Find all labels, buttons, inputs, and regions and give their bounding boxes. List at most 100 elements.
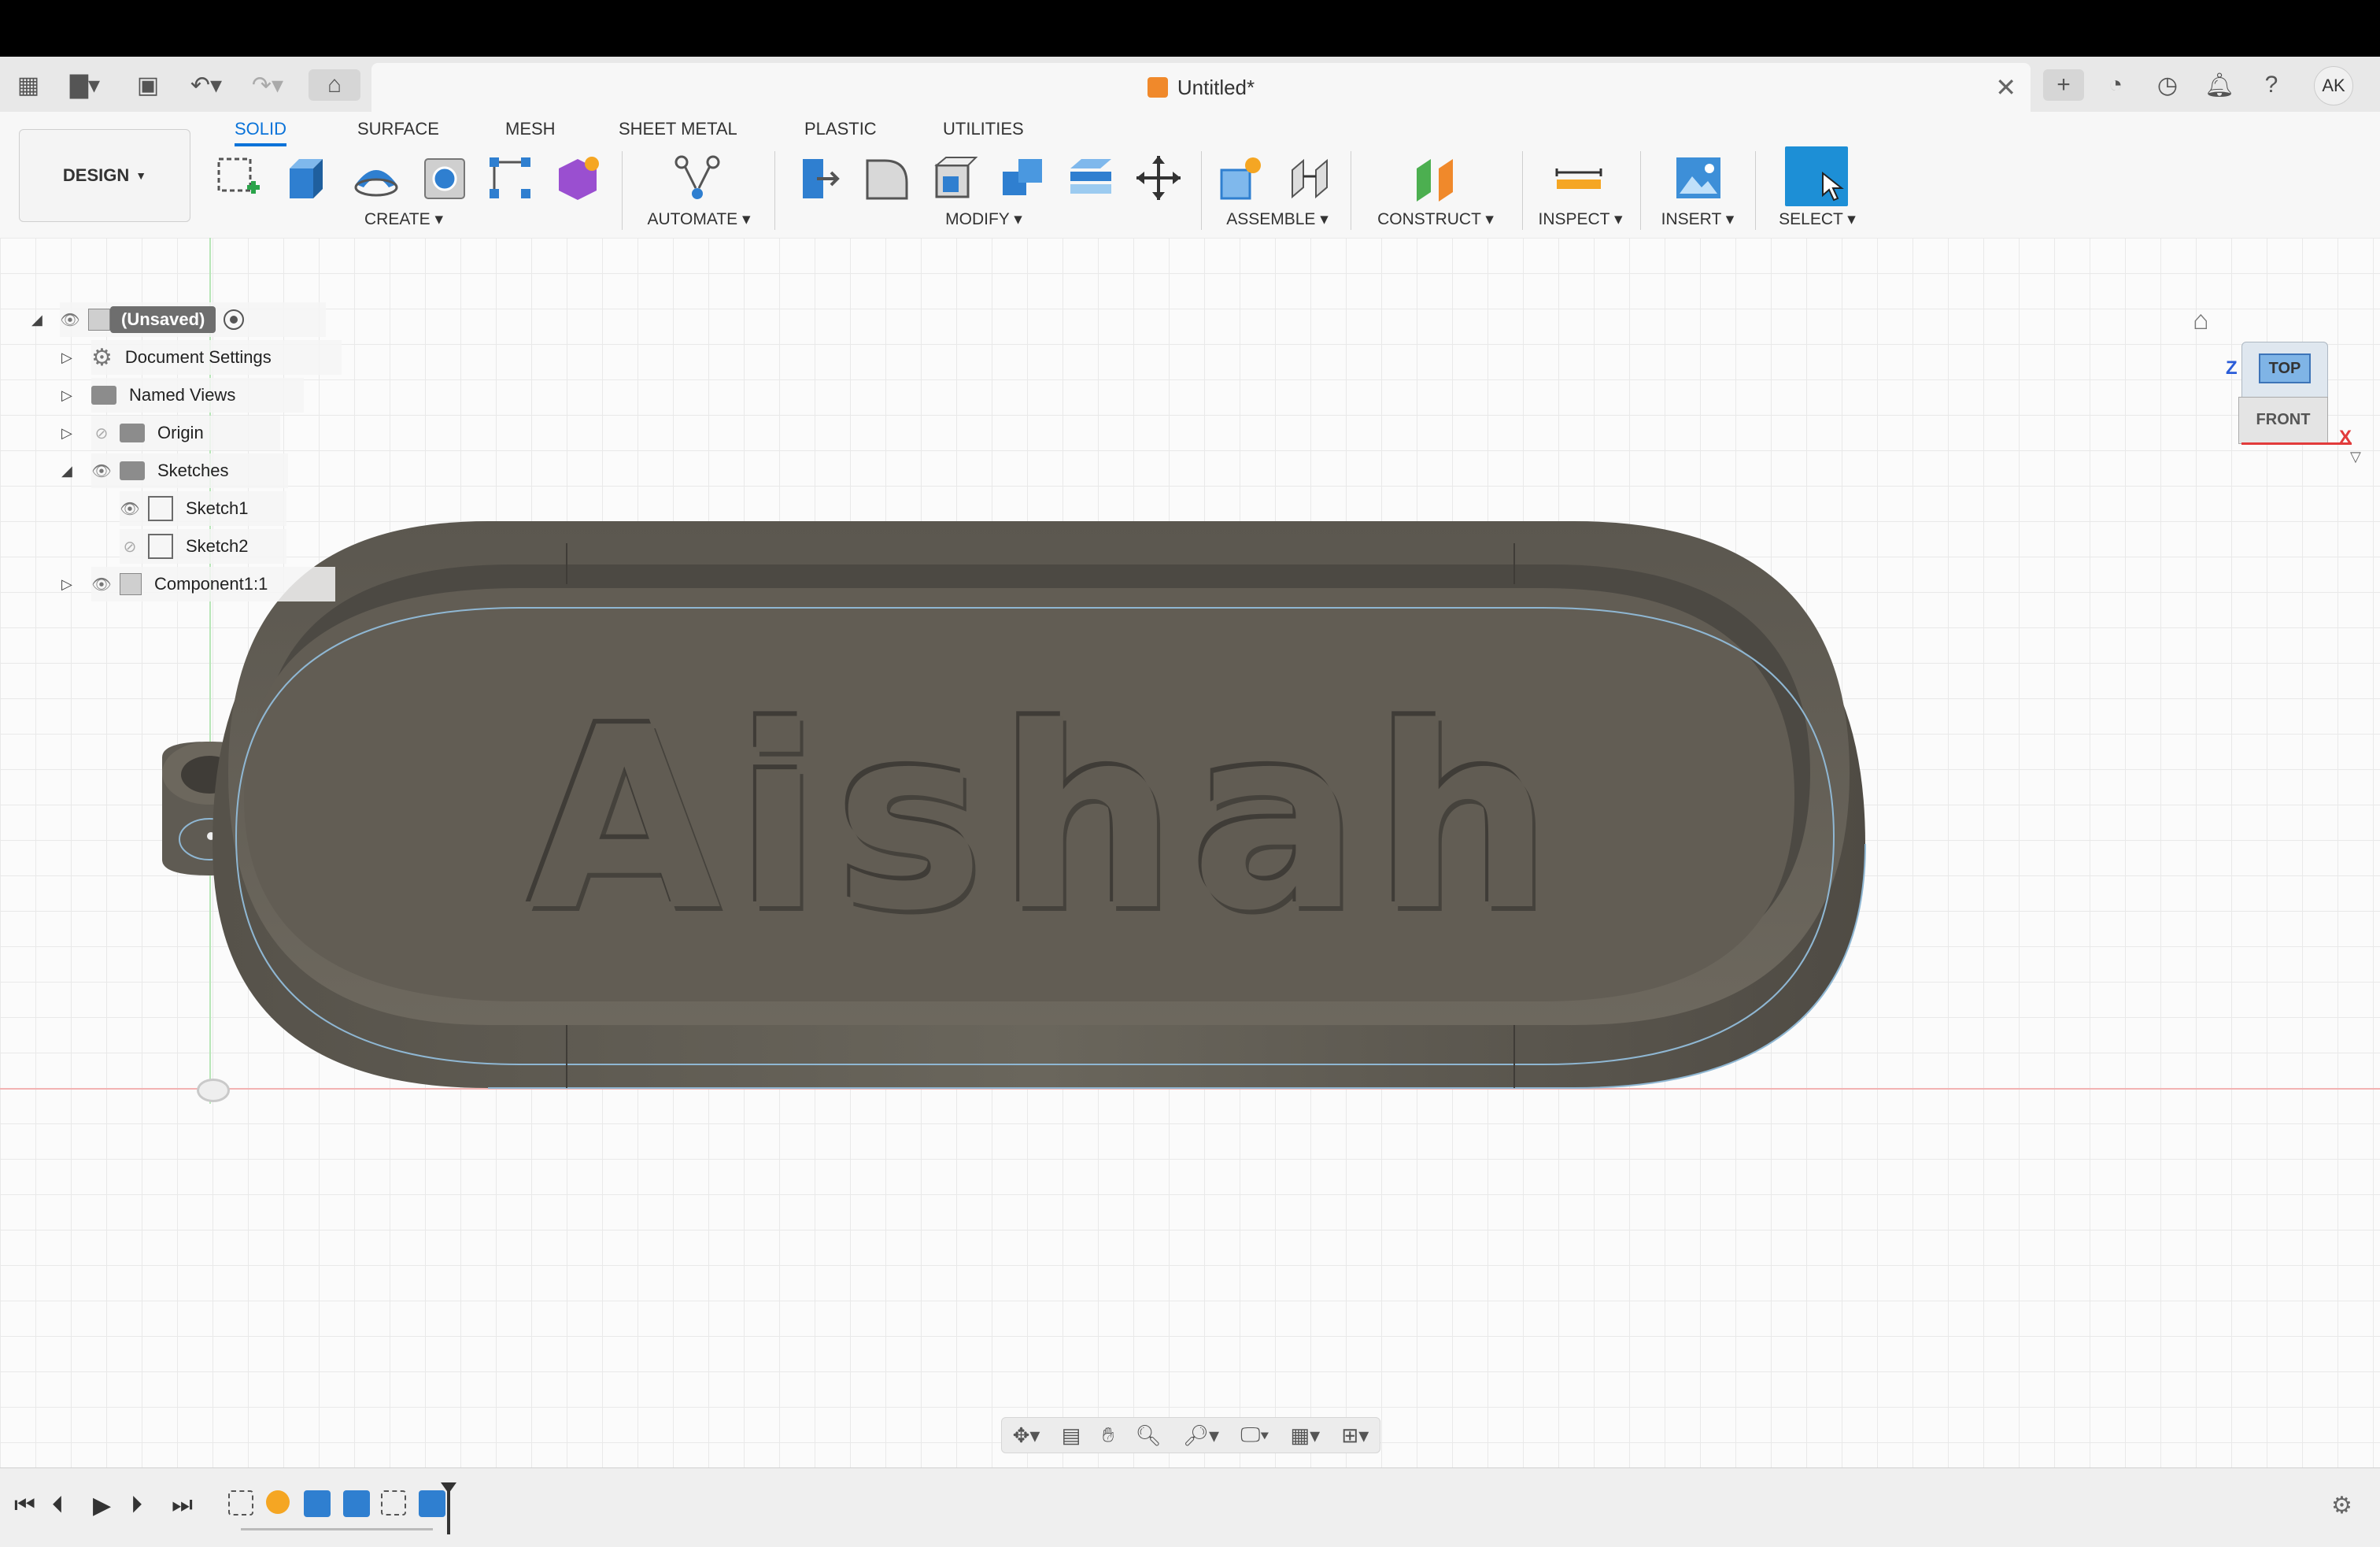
new-tab-plus-icon[interactable]: +	[2043, 69, 2084, 101]
create-menu[interactable]: CREATE ▾	[345, 209, 463, 229]
timeline-component-icon[interactable]	[266, 1490, 290, 1514]
timeline-marker-head-icon[interactable]	[441, 1482, 456, 1493]
look-at-icon[interactable]: ▤	[1062, 1423, 1081, 1448]
tab-plastic[interactable]: PLASTIC	[804, 115, 877, 143]
activate-radio-icon[interactable]	[224, 309, 245, 330]
expand-arrow-icon[interactable]: ▷	[61, 350, 72, 366]
offset-plane-icon[interactable]	[1409, 151, 1462, 205]
hidden-eye-icon[interactable]: ⊘	[120, 537, 140, 557]
grid-settings-icon[interactable]: ▦▾	[1291, 1423, 1321, 1448]
display-settings-icon[interactable]: 🖵▾	[1240, 1423, 1269, 1448]
pan-hand-icon[interactable]: ✋︎	[1103, 1423, 1114, 1448]
app-grid-icon[interactable]: ▦	[13, 69, 44, 101]
zoom-window-icon[interactable]: 🔎︎▾	[1183, 1423, 1219, 1448]
inspect-menu[interactable]: INSPECT ▾	[1533, 209, 1628, 229]
insert-menu[interactable]: INSERT ▾	[1654, 209, 1741, 229]
expand-arrow-icon[interactable]: ▷	[61, 576, 72, 593]
select-menu[interactable]: SELECT ▾	[1771, 209, 1864, 229]
chevron-down-icon: ▼	[135, 169, 147, 182]
extrude-icon[interactable]	[280, 151, 334, 205]
browser-item-sketch1[interactable]: 👁︎ Sketch1	[120, 491, 286, 526]
hole-icon[interactable]	[419, 151, 472, 205]
timeline-sketch-icon[interactable]	[381, 1490, 406, 1516]
timeline-sketch-icon[interactable]	[228, 1490, 253, 1516]
viewcube-top-face[interactable]: TOP	[2241, 342, 2328, 398]
go-to-end-icon[interactable]: ⏭	[172, 1492, 193, 1519]
view-cube[interactable]: ⌂ Z TOP FRONT X ▽	[2193, 285, 2377, 464]
collapse-root-icon[interactable]: ◢	[31, 312, 42, 328]
browser-item-document-settings[interactable]: ⚙ Document Settings	[91, 340, 342, 375]
construct-menu[interactable]: CONSTRUCT ▾	[1366, 209, 1505, 229]
visibility-eye-icon[interactable]: 👁︎	[60, 310, 80, 330]
tab-sheet-metal[interactable]: SHEET METAL	[619, 115, 737, 143]
go-to-start-icon[interactable]: ⏮	[14, 1492, 35, 1519]
file-menu-icon[interactable]: ▇▾	[61, 69, 109, 101]
expand-arrow-icon[interactable]: ▷	[61, 425, 72, 442]
modify-menu[interactable]: MODIFY ▾	[929, 209, 1039, 229]
fillet-icon[interactable]	[859, 151, 913, 205]
viewcube-menu-chevron-icon[interactable]: ▽	[2350, 449, 2361, 465]
play-icon[interactable]: ▶	[93, 1492, 111, 1519]
step-forward-icon[interactable]: ⏵︎	[131, 1492, 142, 1519]
home-tab-icon[interactable]: ⌂	[309, 69, 360, 101]
automate-menu[interactable]: AUTOMATE ▾	[636, 209, 762, 229]
orbit-icon[interactable]: ✥▾	[1013, 1423, 1040, 1448]
move-copy-icon[interactable]	[1132, 151, 1185, 205]
joint-icon[interactable]	[1283, 151, 1336, 205]
insert-image-icon[interactable]	[1672, 151, 1725, 205]
tab-solid[interactable]: SOLID	[235, 115, 287, 146]
collapse-arrow-icon[interactable]: ◢	[61, 463, 72, 479]
press-pull-icon[interactable]	[792, 151, 845, 205]
visibility-eye-icon[interactable]: 👁︎	[91, 575, 112, 594]
viewports-icon[interactable]: ⊞▾	[1341, 1423, 1369, 1448]
help-icon[interactable]: ?	[2254, 69, 2289, 101]
tab-mesh[interactable]: MESH	[505, 115, 556, 143]
home-view-icon[interactable]: ⌂	[2193, 305, 2209, 336]
select-tool-button[interactable]	[1785, 146, 1848, 206]
viewcube-front-face[interactable]: FRONT	[2238, 397, 2328, 444]
browser-item-origin[interactable]: ⊘ Origin	[91, 416, 280, 450]
visibility-eye-icon[interactable]: 👁︎	[91, 461, 112, 481]
measure-icon[interactable]	[1552, 151, 1606, 205]
timeline-settings-gear-icon[interactable]: ⚙	[2331, 1492, 2352, 1519]
engraved-name-text[interactable]: Aishah	[488, 694, 1606, 945]
save-icon[interactable]: ▣	[132, 69, 164, 101]
job-status-icon[interactable]: ◷	[2150, 69, 2185, 101]
canvas-viewport[interactable]: Aishah ◢ 👁︎ (Unsaved) ▷ ⚙ Document Setti…	[0, 238, 2380, 1467]
close-tab-icon[interactable]: ✕	[1995, 72, 2016, 102]
assemble-menu[interactable]: ASSEMBLE ▾	[1218, 209, 1336, 229]
visibility-eye-icon[interactable]: 👁︎	[120, 499, 140, 519]
workspace-switcher[interactable]: DESIGN ▼	[19, 129, 190, 222]
undo-icon[interactable]: ↶▾	[183, 69, 230, 101]
timeline-extrude-icon[interactable]	[304, 1490, 331, 1517]
pattern-icon[interactable]	[483, 151, 537, 205]
notifications-bell-icon[interactable]: 🔔︎	[2202, 69, 2237, 101]
form-icon[interactable]	[551, 151, 604, 205]
hidden-eye-icon[interactable]: ⊘	[91, 424, 112, 443]
extensions-icon[interactable]: ◔	[2098, 69, 2133, 101]
create-sketch-icon[interactable]	[211, 151, 264, 205]
timeline-extrude-icon[interactable]	[419, 1490, 445, 1517]
timeline-extrude-icon[interactable]	[343, 1490, 370, 1517]
redo-icon[interactable]: ↷▾	[244, 69, 291, 101]
automate-icon[interactable]	[671, 151, 724, 205]
document-tab[interactable]: Untitled* ✕	[371, 63, 2031, 112]
shell-icon[interactable]	[929, 151, 982, 205]
tab-utilities[interactable]: UTILITIES	[943, 115, 1024, 143]
user-avatar[interactable]: AK	[2314, 66, 2353, 105]
step-back-icon[interactable]: ⏴︎	[52, 1492, 64, 1519]
tab-surface[interactable]: SURFACE	[357, 115, 439, 143]
browser-root[interactable]: 👁︎ (Unsaved)	[60, 302, 326, 337]
browser-item-sketch2[interactable]: ⊘ Sketch2	[120, 529, 286, 564]
browser-item-named-views[interactable]: Named Views	[91, 378, 304, 413]
browser-item-sketches[interactable]: 👁︎ Sketches	[91, 453, 288, 488]
expand-arrow-icon[interactable]: ▷	[61, 387, 72, 404]
browser-item-component1[interactable]: 👁︎ Component1:1	[91, 567, 335, 601]
new-component-icon[interactable]	[1215, 151, 1269, 205]
combine-icon[interactable]	[996, 151, 1050, 205]
revolve-icon[interactable]	[349, 151, 403, 205]
zoom-icon[interactable]: 🔍︎	[1136, 1423, 1162, 1448]
offset-face-icon[interactable]	[1064, 151, 1118, 205]
application-bar: ▦ ▇▾ ▣ ↶▾ ↷▾ ⌂ Untitled* ✕ + ◔ ◷ 🔔︎ ? AK	[0, 57, 2380, 113]
origin-point-icon[interactable]	[197, 1079, 230, 1102]
